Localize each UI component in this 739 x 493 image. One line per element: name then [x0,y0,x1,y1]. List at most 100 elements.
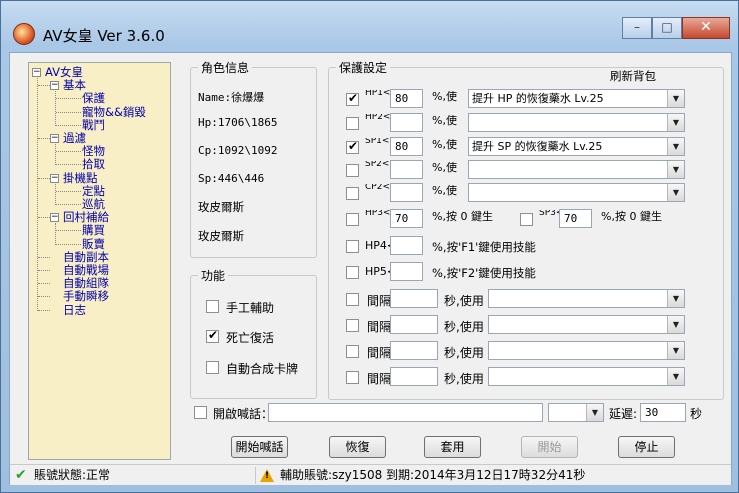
hp4-checkbox[interactable] [346,240,359,253]
hp3-value-input[interactable]: 70 [390,209,423,228]
protect-item-select[interactable]: ▼ [468,160,685,179]
protect-value-input[interactable] [390,183,423,202]
tree-root[interactable]: AV女皇 [45,66,83,79]
nav-tree[interactable]: − AV女皇 − 基本 保護 寵物&&銷毀 戰鬥 − 過濾 怪物 拾取 − 掛機點 定點 巡航 − 回村補給 購買… [28,62,171,460]
hp3-checkbox[interactable] [346,213,359,226]
hp5-checkbox[interactable] [346,266,359,279]
check-mark-icon: ✔ [348,139,359,153]
tree-collapse-icon[interactable]: − [32,68,41,77]
delay-input[interactable]: 30 [640,403,686,422]
chevron-down-icon: ▼ [667,342,684,359]
window-title: AV女皇 Ver 3.6.0 [43,27,165,45]
protect-suffix: %,使 [432,161,457,174]
interval-checkbox[interactable] [346,345,359,358]
hp4-value-input[interactable] [390,236,423,255]
start-button[interactable]: 開始 [521,436,578,458]
function-checkbox[interactable]: ✔ [206,328,219,343]
protect-value-input[interactable]: 80 [390,89,423,108]
tree-line [55,144,56,166]
protect-checkbox[interactable]: ✔ [346,91,359,106]
tree-leaf[interactable]: 拾取 [82,158,105,171]
tree-line [56,204,81,205]
protect-checkbox[interactable]: ✔ [346,139,359,154]
interval-item-select[interactable]: ▼ [488,367,685,386]
tree-leaf[interactable]: 寵物&&銷毀 [82,105,146,119]
protect-item-select[interactable]: 提升 SP 的恢復藥水 Lv.25 ▼ [468,137,685,156]
tree-node[interactable]: 回村補給 [63,211,109,224]
tree-node[interactable]: 掛機點 [63,171,98,185]
interval-checkbox[interactable] [346,293,359,306]
hp5-value-input[interactable] [390,262,423,281]
role-line-5: 玫皮爾斯 [198,200,244,214]
protect-value-input[interactable] [390,113,423,132]
tree-node[interactable]: 基本 [63,79,86,92]
role-cp: Cp:1092\1092 [198,144,278,157]
interval-value-input[interactable] [390,341,438,360]
status-bar: ✔ 賬號狀態:正常 ! 輔助賬號:szy1508 到期:2014年3月12日17… [10,464,731,485]
stop-button[interactable]: 停止 [618,436,675,458]
interval-value-input[interactable] [390,315,438,334]
tree-leaf[interactable]: 戰鬥 [82,118,105,132]
tree-line [38,270,50,271]
interval-checkbox[interactable] [346,319,359,332]
tree-line [56,111,81,113]
tree-leaf[interactable]: 巡航 [82,198,105,211]
delay-label: 延遲: [609,407,638,421]
tree-node[interactable]: 日志 [63,303,86,317]
tree-leaf[interactable]: 怪物 [82,145,105,158]
role-name: Name:徐爆爆 [198,91,265,104]
tree-collapse-icon[interactable]: − [50,81,59,91]
tree-collapse-icon[interactable]: − [50,173,59,183]
sp3-checkbox[interactable] [520,213,533,226]
title-bar[interactable]: AV女皇 Ver 3.6.0 – □ ✕ [1,1,738,51]
tree-leaf[interactable]: 保護 [82,92,105,105]
app-icon [13,23,35,45]
protect-suffix: %,使 [432,184,457,197]
protect-checkbox[interactable] [346,187,359,200]
protect-suffix: %,使 [432,114,457,127]
interval-checkbox[interactable] [346,371,359,384]
interval-item-select[interactable]: ▼ [488,289,685,308]
tree-collapse-icon[interactable]: − [50,134,59,143]
refresh-bag-button[interactable]: 刷新背包 [610,70,656,82]
check-mark-icon: ✔ [348,91,359,105]
protect-item-select[interactable]: 提升 HP 的恢復藥水 Lv.25 ▼ [468,89,685,108]
tree-line [55,91,56,126]
function-checkbox[interactable] [206,300,219,313]
tree-node[interactable]: 過濾 [63,132,86,145]
protect-checkbox[interactable] [346,164,359,177]
tree-line [55,223,56,245]
interval-value-input[interactable] [390,289,438,308]
shout-select[interactable]: ▼ [548,403,604,422]
shout-text-input[interactable] [268,403,543,422]
chevron-down-icon: ▼ [667,316,684,333]
tree-collapse-icon[interactable]: − [50,213,59,223]
protect-checkbox[interactable] [346,117,359,130]
protect-value-input[interactable]: 80 [390,137,423,156]
close-button[interactable]: ✕ [682,17,730,39]
tree-line [56,164,81,166]
sp3-value-input[interactable]: 70 [559,209,592,228]
tree-leaf[interactable]: 販賣 [82,237,105,251]
close-icon: ✕ [700,19,712,35]
tree-node[interactable]: 手動瞬移 [63,290,109,303]
function-checkbox[interactable] [206,361,219,374]
protect-item-select[interactable]: ▼ [468,183,685,202]
protect-item-select[interactable]: ▼ [468,113,685,132]
start-shout-button[interactable]: 開始喊話 [231,436,288,458]
maximize-button[interactable]: □ [652,17,682,39]
tree-leaf[interactable]: 定點 [82,184,105,198]
minimize-button[interactable]: – [622,17,652,39]
interval-value-input[interactable] [390,367,438,386]
tree-node[interactable]: 自動戰場 [63,264,109,277]
tree-leaf[interactable]: 購買 [82,224,105,237]
interval-item-select[interactable]: ▼ [488,341,685,360]
protect-value-input[interactable] [390,160,423,179]
apply-button[interactable]: 套用 [424,436,481,458]
shout-checkbox[interactable] [194,406,207,419]
tree-node[interactable]: 自動副本 [63,250,109,264]
protect-label: HP1< [365,90,391,98]
tree-node[interactable]: 自動組隊 [63,277,109,290]
restore-button[interactable]: 恢復 [329,436,386,458]
interval-item-select[interactable]: ▼ [488,315,685,334]
